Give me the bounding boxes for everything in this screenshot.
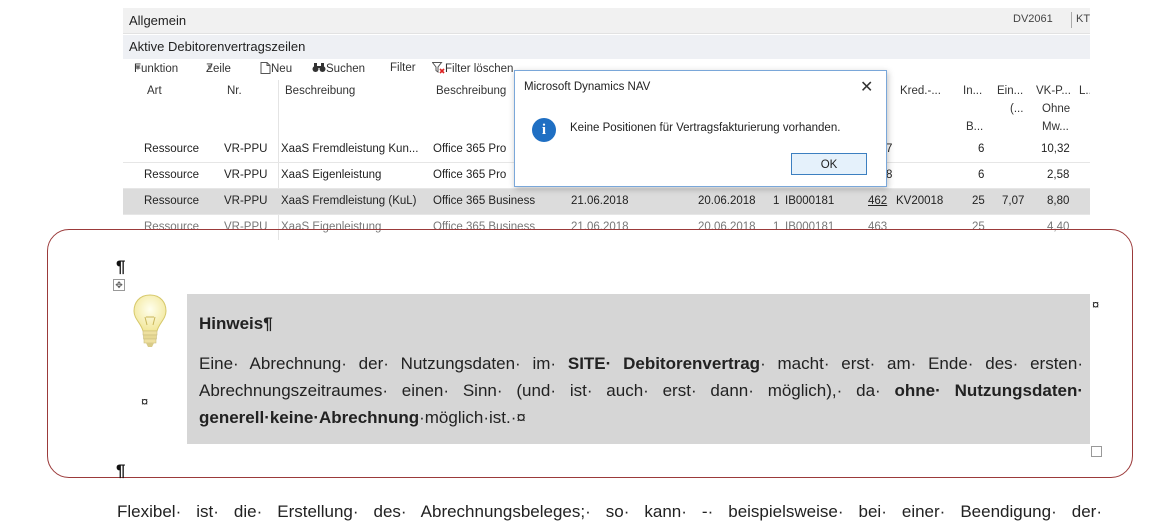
hint-heading: Hinweis¶ bbox=[199, 314, 273, 333]
cell-vk: 8,80 bbox=[1047, 195, 1070, 207]
cell-date1: 21.06.2018 bbox=[571, 195, 629, 207]
chevron-down-icon: ▼ bbox=[134, 63, 142, 72]
cell-beschreibung: XaaS Fremdleistung (KuL) bbox=[281, 195, 417, 207]
cell-beschreibung2: Office 365 Pro bbox=[433, 169, 507, 181]
new-document-icon bbox=[260, 62, 271, 74]
cell-vk: 2,58 bbox=[1047, 169, 1070, 181]
col-header-in-sub: B... bbox=[966, 121, 984, 133]
cell-art: Ressource bbox=[144, 143, 199, 155]
cell-in: 25 bbox=[972, 195, 985, 207]
header-separator bbox=[1071, 12, 1072, 28]
chevron-down-icon: ▼ bbox=[206, 63, 214, 72]
nav-subheader: Aktive Debitorenvertragszeilen bbox=[123, 35, 1090, 59]
col-header-ein-sub: (... bbox=[1010, 103, 1024, 115]
cell-link[interactable]: 462 bbox=[868, 195, 887, 207]
col-header-l[interactable]: L... bbox=[1079, 85, 1090, 97]
hint-paragraph: Eine· Abrechnung· der· Nutzungsdaten· im… bbox=[199, 354, 1084, 427]
col-header-beschreibung2[interactable]: Beschreibung bbox=[436, 85, 506, 97]
col-header-ein[interactable]: Ein... bbox=[997, 85, 1023, 97]
nav-subheader-title: Aktive Debitorenvertragszeilen bbox=[129, 39, 306, 54]
cell-nr: VR-PPU bbox=[224, 169, 268, 181]
cell-nr: VR-PPU bbox=[224, 143, 268, 155]
table-resize-handle[interactable] bbox=[1091, 446, 1102, 457]
suchen-button[interactable]: Suchen bbox=[312, 62, 365, 75]
nav-header-code: DV2061 bbox=[1013, 13, 1053, 25]
col-header-vkp-sub: Ohne bbox=[1042, 103, 1071, 115]
cell-kred: KV20018 bbox=[896, 195, 944, 207]
col-header-vkp-sub2: Mw... bbox=[1042, 121, 1069, 133]
clear-filter-icon bbox=[431, 62, 445, 74]
filter-loeschen-button[interactable]: Filter löschen bbox=[431, 62, 513, 75]
cell-art: Ressource bbox=[144, 169, 199, 181]
info-icon: i bbox=[532, 118, 556, 142]
cell-ein: 7,07 bbox=[1002, 195, 1025, 207]
col-header-kred[interactable]: Kred.-... bbox=[900, 85, 941, 97]
cell-in: 6 bbox=[978, 143, 985, 155]
binoculars-icon bbox=[312, 63, 326, 72]
message-dialog: Microsoft Dynamics NAV ✕ i Keine Positio… bbox=[514, 70, 887, 187]
dialog-message: Keine Positionen für Vertragsfakturierun… bbox=[570, 122, 841, 134]
lightbulb-icon bbox=[133, 294, 167, 347]
dialog-title: Microsoft Dynamics NAV bbox=[524, 81, 651, 93]
paragraph-mark: ¶ bbox=[116, 461, 126, 480]
cell-one: 1 bbox=[773, 195, 780, 207]
close-icon[interactable]: ✕ bbox=[860, 77, 873, 97]
nav-header-code2: KT bbox=[1076, 13, 1090, 25]
nav-header: Allgemein DV2061 KT bbox=[123, 8, 1090, 34]
nav-header-title: Allgemein bbox=[129, 13, 187, 28]
hint-box: Hinweis¶ Eine· Abrechnung· der· Nutzungs… bbox=[187, 294, 1090, 444]
table-move-handle-icon[interactable]: ✥ bbox=[113, 279, 125, 291]
cell-in: 6 bbox=[978, 169, 985, 181]
col-header-art[interactable]: Art bbox=[147, 85, 162, 97]
cell-vk: 10,32 bbox=[1041, 143, 1070, 155]
col-header-beschreibung[interactable]: Beschreibung bbox=[285, 85, 355, 97]
cell-beschreibung: XaaS Fremdleistung Kun... bbox=[281, 143, 419, 155]
cell-ib: IB000181 bbox=[785, 195, 835, 207]
cell-beschreibung2: Office 365 Pro bbox=[433, 143, 507, 155]
cell-art: Ressource bbox=[144, 195, 199, 207]
col-header-in[interactable]: In... bbox=[963, 85, 982, 97]
paragraph-mark: ¶ bbox=[116, 257, 126, 276]
ok-button[interactable]: OK bbox=[791, 153, 867, 175]
cell-date2: 20.06.2018 bbox=[698, 195, 756, 207]
body-paragraph: Flexibel· ist· die· Erstellung· des· Abr… bbox=[117, 502, 1102, 521]
cell-beschreibung: XaaS Eigenleistung bbox=[281, 169, 382, 181]
neu-button[interactable]: Neu bbox=[260, 62, 292, 75]
cell-beschreibung2: Office 365 Business bbox=[433, 195, 536, 207]
cell-end-mark: ¤ bbox=[141, 394, 149, 409]
col-header-vkp[interactable]: VK-P... bbox=[1036, 85, 1071, 97]
filter-button[interactable]: Filter bbox=[390, 62, 416, 74]
cell-nr: VR-PPU bbox=[224, 195, 268, 207]
col-header-nr[interactable]: Nr. bbox=[227, 85, 242, 97]
row-end-mark: ¤ bbox=[1092, 297, 1100, 312]
table-row-selected[interactable]: Ressource VR-PPU XaaS Fremdleistung (KuL… bbox=[123, 189, 1090, 215]
